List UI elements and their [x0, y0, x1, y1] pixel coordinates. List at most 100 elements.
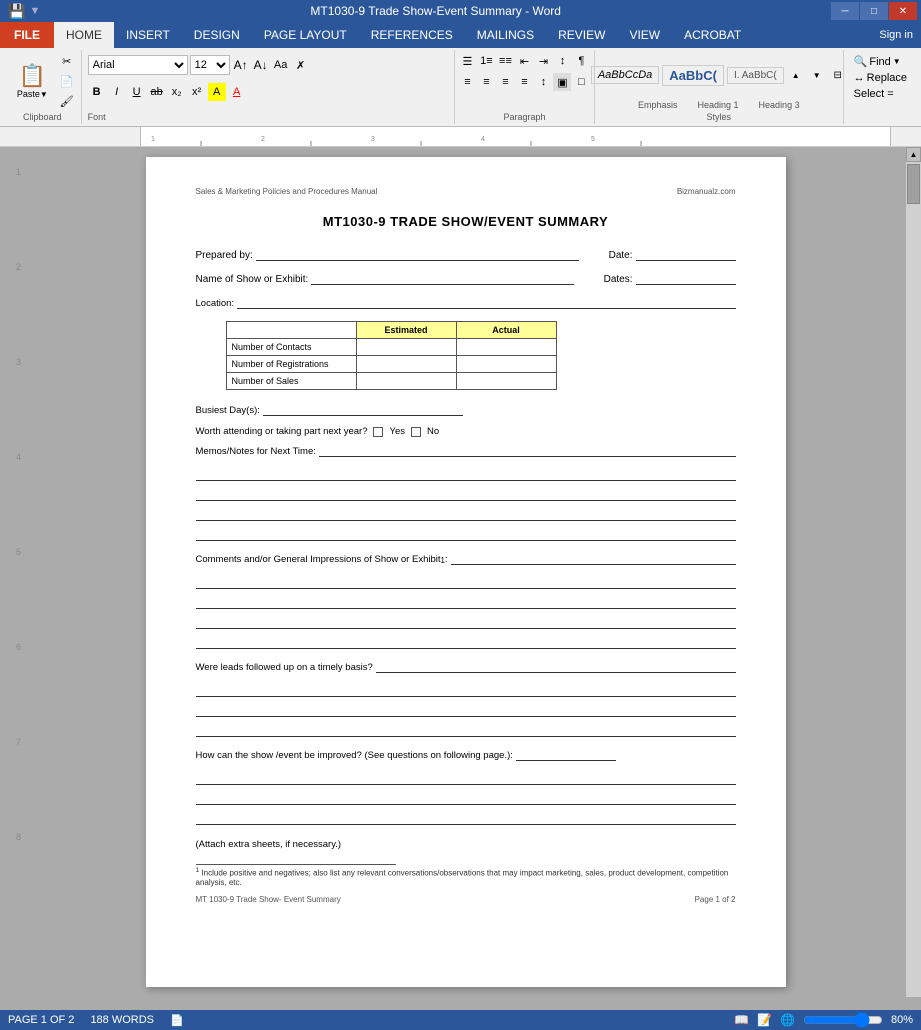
leads-field[interactable] — [376, 659, 736, 673]
contacts-actual[interactable] — [456, 339, 556, 356]
line-spacing-btn[interactable]: ↕ — [534, 73, 552, 91]
tab-home[interactable]: HOME — [54, 22, 114, 48]
sort-btn[interactable]: ↕ — [553, 52, 571, 70]
italic-btn[interactable]: I — [108, 83, 126, 101]
text-highlight-btn[interactable]: A — [208, 83, 226, 101]
numbering-btn[interactable]: 1≡ — [477, 52, 495, 70]
tab-file[interactable]: FILE — [0, 22, 54, 48]
subscript-btn[interactable]: x₂ — [168, 83, 186, 101]
dates-field[interactable] — [636, 271, 736, 285]
tab-view[interactable]: VIEW — [617, 22, 672, 48]
view-btn-print[interactable]: 📝 — [757, 1013, 772, 1027]
increase-indent-btn[interactable]: ⇥ — [534, 52, 552, 70]
leads-row: Were leads followed up on a timely basis… — [196, 659, 736, 673]
copy-button[interactable]: 📄 — [58, 72, 76, 90]
prepared-by-field[interactable] — [256, 247, 579, 261]
sales-actual[interactable] — [456, 373, 556, 390]
memo-line-4[interactable] — [196, 527, 736, 541]
underline-btn[interactable]: U — [128, 83, 146, 101]
tab-mailings[interactable]: MAILINGS — [465, 22, 546, 48]
show-marks-btn[interactable]: ¶ — [572, 52, 590, 70]
busiest-days-field[interactable] — [263, 402, 463, 416]
registrations-estimated[interactable] — [356, 356, 456, 373]
leads-line-2[interactable] — [196, 703, 736, 717]
leads-line-3[interactable] — [196, 723, 736, 737]
registrations-actual[interactable] — [456, 356, 556, 373]
scroll-thumb[interactable] — [907, 164, 920, 204]
bullets-btn[interactable]: ☰ — [458, 52, 476, 70]
maximize-btn[interactable]: □ — [860, 2, 888, 20]
format-painter-button[interactable]: 🖌 — [58, 92, 76, 110]
page-info: PAGE 1 OF 2 — [8, 1014, 74, 1026]
comments-line-3[interactable] — [196, 615, 736, 629]
font-size-select[interactable]: 12 — [190, 55, 230, 75]
memo-line-1[interactable] — [196, 467, 736, 481]
improve-line-2[interactable] — [196, 791, 736, 805]
style-emphasis[interactable]: AaBbCcDa — [591, 66, 659, 84]
comments-line-1[interactable] — [196, 575, 736, 589]
yes-checkbox[interactable] — [373, 427, 383, 437]
shrink-font-btn[interactable]: A↓ — [252, 56, 270, 74]
improve-field[interactable] — [516, 747, 616, 761]
tab-references[interactable]: REFERENCES — [359, 22, 465, 48]
multilevel-btn[interactable]: ≡≡ — [496, 52, 514, 70]
view-btn-read[interactable]: 📖 — [734, 1013, 749, 1027]
show-name-field[interactable] — [311, 271, 573, 285]
comments-field[interactable] — [451, 551, 736, 565]
tab-insert[interactable]: INSERT — [114, 22, 182, 48]
leads-line-1[interactable] — [196, 683, 736, 697]
memo-line-2[interactable] — [196, 487, 736, 501]
document-page[interactable]: Sales & Marketing Policies and Procedure… — [146, 157, 786, 987]
no-checkbox[interactable] — [411, 427, 421, 437]
justify-btn[interactable]: ≡ — [515, 73, 533, 91]
close-btn[interactable]: ✕ — [889, 2, 917, 20]
align-right-btn[interactable]: ≡ — [496, 73, 514, 91]
find-btn[interactable]: 🔍 Find ▼ — [851, 54, 910, 69]
font-name-select[interactable]: Arial — [88, 55, 188, 75]
window-title: MT1030-9 Trade Show-Event Summary - Word — [310, 4, 561, 18]
align-center-btn[interactable]: ≡ — [477, 73, 495, 91]
clear-format-btn[interactable]: ✗ — [292, 56, 310, 74]
yes-label: Yes — [389, 426, 405, 437]
align-left-btn[interactable]: ≡ — [458, 73, 476, 91]
replace-btn[interactable]: ↔ Replace — [851, 71, 910, 85]
style-heading3[interactable]: I. AaBbC( — [727, 67, 784, 84]
contacts-estimated[interactable] — [356, 339, 456, 356]
styles-scroll-up[interactable]: ▲ — [787, 66, 805, 84]
location-field[interactable] — [237, 295, 735, 309]
page-icon[interactable]: 📄 — [170, 1014, 184, 1027]
paste-button[interactable]: 📋 Paste ▼ — [9, 59, 56, 103]
shading-btn[interactable]: ▣ — [553, 73, 571, 91]
view-btn-web[interactable]: 🌐 — [780, 1013, 795, 1027]
decrease-indent-btn[interactable]: ⇤ — [515, 52, 533, 70]
change-case-btn[interactable]: Aa — [272, 56, 290, 74]
minimize-btn[interactable]: ─ — [831, 2, 859, 20]
grow-font-btn[interactable]: A↑ — [232, 56, 250, 74]
zoom-slider[interactable] — [803, 1014, 883, 1026]
improve-line-1[interactable] — [196, 771, 736, 785]
memos-field[interactable] — [319, 443, 736, 457]
tab-design[interactable]: DESIGN — [182, 22, 252, 48]
cut-button[interactable]: ✂ — [58, 52, 76, 70]
style-heading1[interactable]: AaBbC( — [662, 65, 724, 86]
tab-review[interactable]: REVIEW — [546, 22, 617, 48]
select-btn[interactable]: Select = — [851, 87, 910, 101]
date-field[interactable] — [636, 247, 736, 261]
memo-line-3[interactable] — [196, 507, 736, 521]
styles-scroll-down[interactable]: ▼ — [808, 66, 826, 84]
bold-btn[interactable]: B — [88, 83, 106, 101]
comments-line-2[interactable] — [196, 595, 736, 609]
strikethrough-btn[interactable]: ab — [148, 83, 166, 101]
tab-page-layout[interactable]: PAGE LAYOUT — [252, 22, 359, 48]
vertical-scrollbar[interactable]: ▲ — [906, 147, 921, 997]
comments-line-4[interactable] — [196, 635, 736, 649]
borders-btn[interactable]: □ — [572, 73, 590, 91]
scroll-up-btn[interactable]: ▲ — [906, 147, 921, 162]
tab-acrobat[interactable]: ACROBAT — [672, 22, 753, 48]
font-color-btn[interactable]: A — [228, 83, 246, 101]
superscript-btn[interactable]: x² — [188, 83, 206, 101]
sales-estimated[interactable] — [356, 373, 456, 390]
header-left: Sales & Marketing Policies and Procedure… — [196, 187, 378, 196]
improve-line-3[interactable] — [196, 811, 736, 825]
sign-in-link[interactable]: Sign in — [871, 25, 921, 45]
